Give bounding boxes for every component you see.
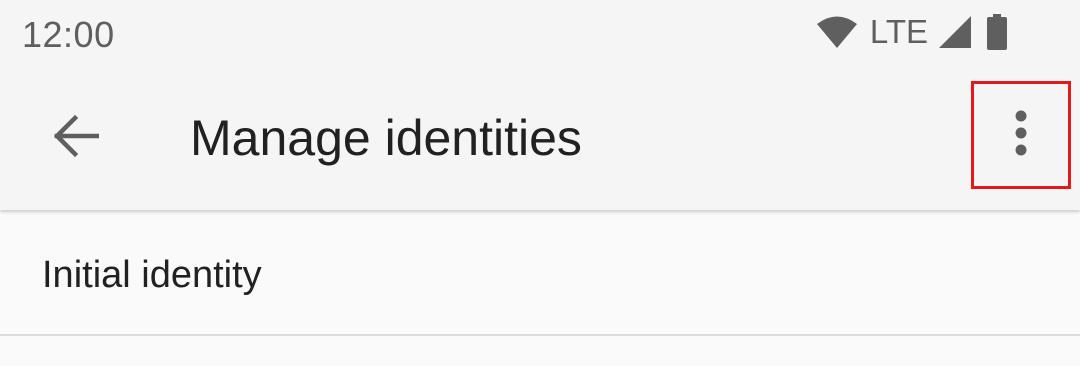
page-title: Manage identities (190, 110, 582, 166)
signal-icon (938, 15, 972, 49)
wifi-icon (816, 15, 858, 49)
status-bar: 12:00 LTE (0, 0, 1080, 66)
status-icons: LTE (816, 14, 1008, 50)
identity-list: Initial identity (0, 210, 1080, 366)
battery-icon (986, 14, 1008, 50)
status-time: 12:00 (22, 14, 115, 55)
identity-label: Initial identity (42, 254, 262, 296)
identity-list-item[interactable]: Initial identity (0, 210, 1080, 336)
arrow-back-icon (53, 113, 100, 164)
network-type-label: LTE (869, 13, 928, 50)
overflow-menu-button[interactable] (971, 81, 1071, 189)
back-button[interactable] (40, 102, 112, 174)
app-bar: Manage identities (0, 66, 1080, 210)
more-vert-icon (1014, 110, 1028, 161)
